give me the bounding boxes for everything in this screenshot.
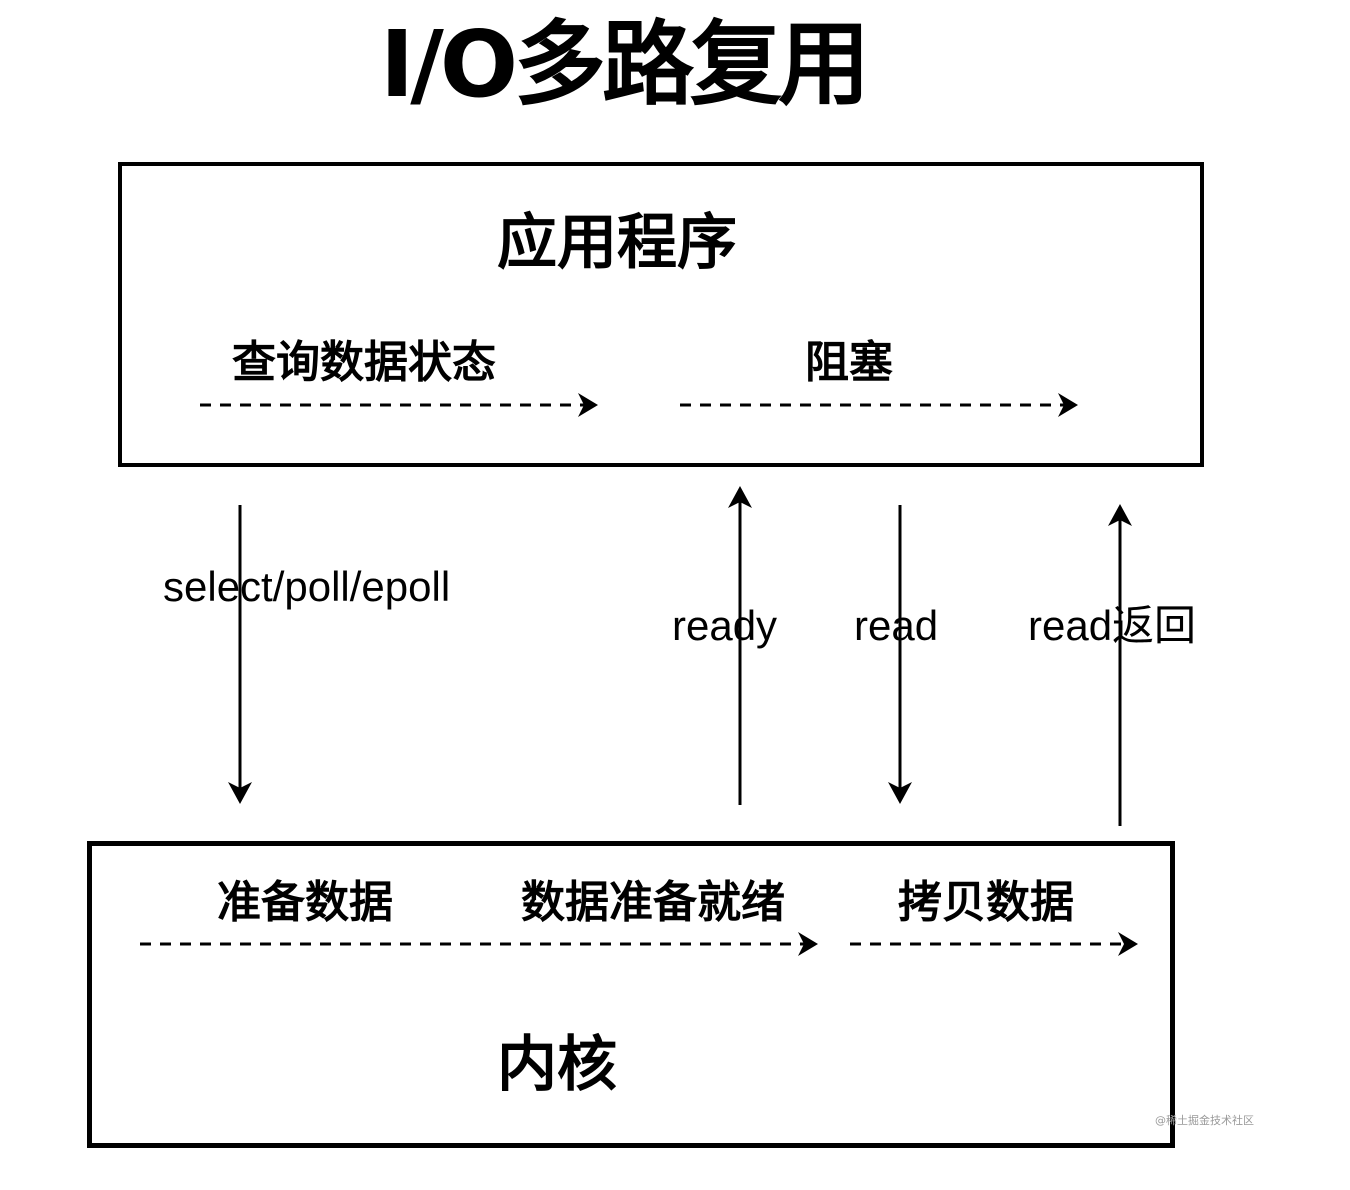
select-poll-epoll-label: select/poll/epoll [163, 563, 451, 610]
query-status-dashed-arrow [200, 393, 598, 417]
read-arrow [888, 505, 912, 804]
watermark: @稀土掘金技术社区 [1155, 1114, 1254, 1127]
select-poll-epoll-arrow [228, 505, 252, 804]
prepare-data-dashed-arrow [140, 932, 818, 956]
read-return-label: read返回 [1028, 602, 1197, 649]
io-multiplexing-diagram: I/O多路复用 应用程序 查询数据状态 阻塞 准备数据 数据准备就绪 拷贝数据 … [0, 0, 1350, 1190]
read-label: read [854, 602, 939, 649]
blocking-dashed-arrow [680, 393, 1078, 417]
read-return-arrow [1108, 504, 1132, 826]
copy-data-dashed-arrow [850, 932, 1138, 956]
ready-label: ready [672, 602, 778, 649]
